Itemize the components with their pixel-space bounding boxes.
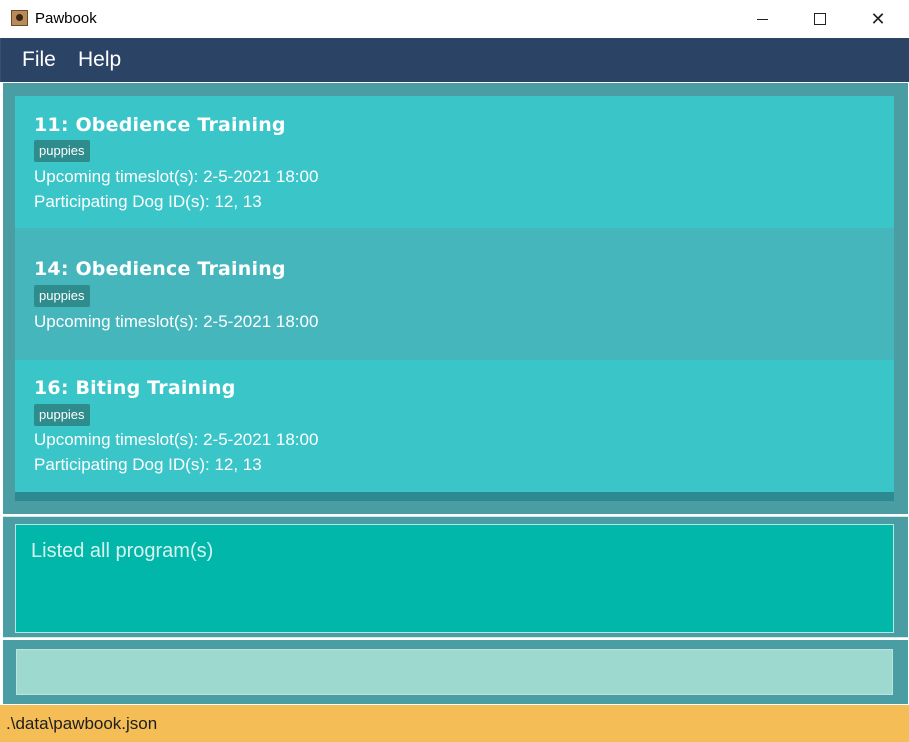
result-display[interactable]: Listed all program(s) [15, 524, 894, 633]
menu-bar: File Help [0, 38, 909, 82]
program-list-panel: 11: Obedience Training puppies Upcoming … [3, 83, 908, 514]
close-button[interactable]: ✕ [849, 0, 907, 38]
program-timeslots: Upcoming timeslot(s): 2-5-2021 18:00 [34, 430, 319, 449]
maximize-button[interactable] [791, 0, 849, 38]
program-title: 14: Obedience Training [34, 258, 286, 280]
result-message: Listed all program(s) [31, 540, 214, 562]
program-tag: puppies [34, 140, 90, 162]
minimize-icon [756, 18, 768, 20]
minimize-button[interactable] [733, 0, 791, 38]
program-timeslots: Upcoming timeslot(s): 2-5-2021 18:00 [34, 312, 319, 331]
program-dog-ids: Participating Dog ID(s): 12, 13 [34, 455, 262, 474]
program-card-selected[interactable]: 14: Obedience Training puppies Upcoming … [15, 228, 894, 360]
save-file-path: .\data\pawbook.json [6, 714, 158, 733]
title-bar: Pawbook ✕ [0, 0, 909, 38]
program-card[interactable]: 16: Biting Training puppies Upcoming tim… [15, 360, 894, 492]
program-dog-ids: Participating Dog ID(s): 12, 13 [34, 192, 262, 211]
status-bar: .\data\pawbook.json [0, 705, 909, 742]
program-list[interactable]: 11: Obedience Training puppies Upcoming … [15, 96, 894, 501]
program-title: 16: Biting Training [34, 377, 236, 399]
window-title: Pawbook [35, 10, 97, 27]
program-card[interactable]: 11: Obedience Training puppies Upcoming … [15, 96, 894, 228]
program-title: 11: Obedience Training [34, 114, 286, 136]
command-input[interactable] [16, 649, 893, 695]
program-tag: puppies [34, 404, 90, 426]
maximize-icon [814, 13, 826, 25]
close-icon: ✕ [870, 8, 886, 29]
program-tag: puppies [34, 285, 90, 307]
pawbook-app-icon [11, 10, 28, 26]
menu-file[interactable]: File [22, 48, 56, 72]
command-panel [3, 640, 908, 704]
result-panel: Listed all program(s) [3, 516, 908, 638]
menu-help[interactable]: Help [78, 48, 121, 72]
program-timeslots: Upcoming timeslot(s): 2-5-2021 18:00 [34, 167, 319, 186]
